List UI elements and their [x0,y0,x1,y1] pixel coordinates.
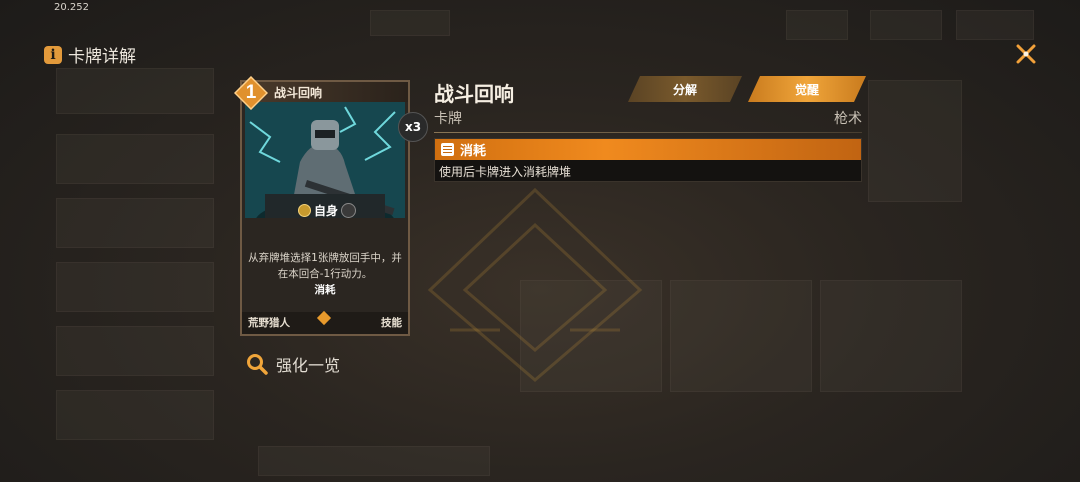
background-collection [0,0,1080,482]
page-title-text: 卡牌详解 [68,47,136,67]
card-description-text: 从弃牌堆选择1张牌放回手中，并在本回合-1行动力。 [248,252,402,280]
keyword-header: 消耗 [435,139,861,160]
detail-category: 卡牌 [434,111,462,127]
card-description: 从弃牌堆选择1张牌放回手中，并在本回合-1行动力。 消耗 [248,250,402,298]
awaken-button[interactable]: 觉醒 [748,76,866,102]
keyword-box: 消耗 使用后卡牌进入消耗牌堆 [434,138,862,182]
target-self-icon [298,204,311,217]
card-type: 技能 [381,317,402,329]
keyword-title: 消耗 [460,144,487,159]
status-time: 20.252 [54,2,89,13]
card-art [245,102,405,218]
card-keyword: 消耗 [314,284,336,296]
info-icon: i [44,45,62,64]
decompose-button[interactable]: 分解 [628,76,742,102]
upgrade-overview-label: 强化一览 [276,356,341,375]
page-title: i 卡牌详解 [44,42,136,67]
card-class: 荒野猎人 [248,317,290,329]
document-icon [441,143,454,156]
card-preview: 自身 战斗回响 从弃牌堆选择1张牌放回手中，并在本回合-1行动力。 消耗 荒野猎… [233,75,410,336]
detail-divider [434,132,862,133]
card-target: 自身 [298,202,357,219]
card-name: 战斗回响 [274,86,323,100]
close-icon[interactable] [1012,40,1040,68]
detail-card-name: 战斗回响 [434,82,514,106]
keyword-description: 使用后卡牌进入消耗牌堆 [439,165,572,179]
card-count-badge: x3 [398,112,428,142]
card-cost-value: 1 [245,82,257,103]
target-type-icon [341,203,357,218]
detail-subcategory: 枪术 [834,111,862,127]
upgrade-overview-link[interactable]: 强化一览 [246,352,340,376]
search-icon [247,354,268,375]
card-target-text: 自身 [314,204,339,218]
card-cost-badge: 1 [233,75,269,111]
